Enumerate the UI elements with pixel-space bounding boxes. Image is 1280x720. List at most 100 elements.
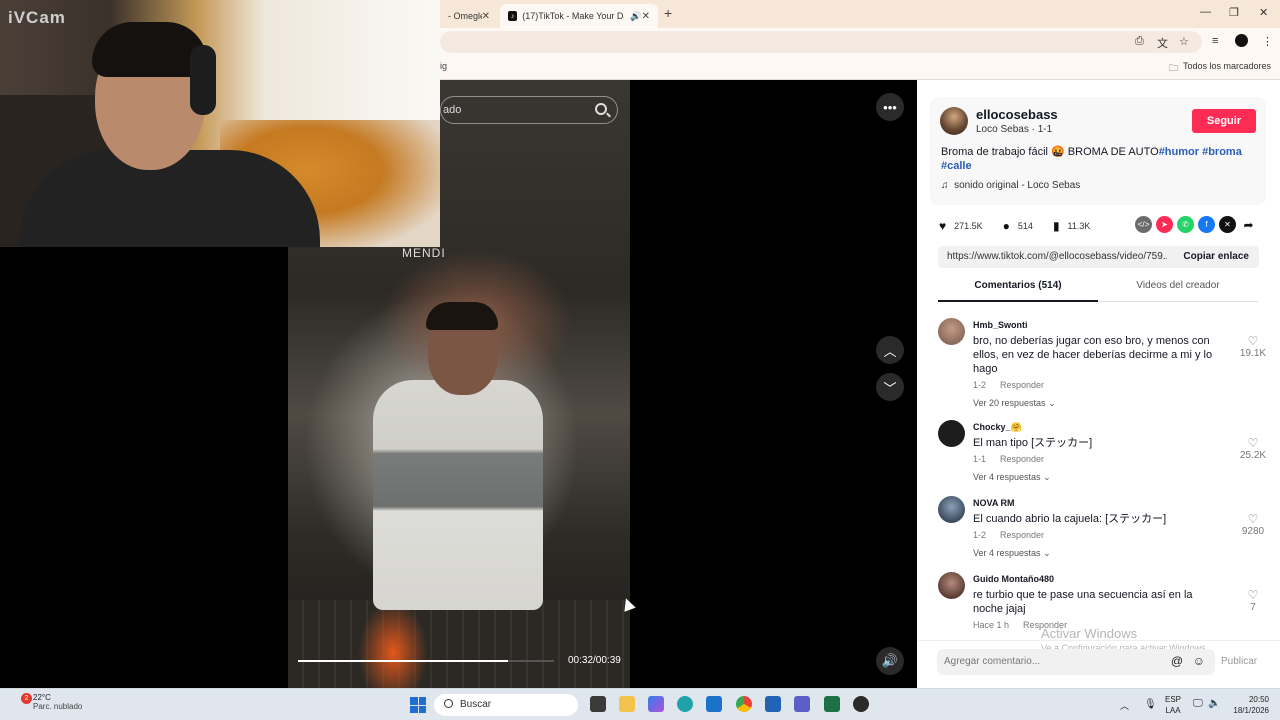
cast-icon[interactable]: ⎙ xyxy=(1135,35,1144,48)
copilot-icon[interactable] xyxy=(648,696,664,712)
video-scene-floor xyxy=(288,600,630,688)
weather-widget[interactable]: 2 22°C Parc. nublado xyxy=(14,693,82,711)
comment-item: Chocky_🤗 El man tipo [ステッカー] 1-1 Responde… xyxy=(938,420,1268,492)
embed-icon[interactable]: </> xyxy=(1135,216,1152,233)
outlook-icon[interactable] xyxy=(706,696,722,712)
menu-icon[interactable]: ⋮ xyxy=(1262,35,1273,48)
store-icon[interactable] xyxy=(765,696,781,712)
file-explorer-icon[interactable] xyxy=(619,696,635,712)
comment-like-count: 7 xyxy=(1250,602,1256,613)
speaker-icon[interactable]: 🔊 xyxy=(630,11,641,22)
comment-user[interactable]: Guido Montaño480 xyxy=(973,574,1054,584)
comment-date: 1-1 xyxy=(973,454,987,464)
comment-like[interactable]: ♡ 9280 xyxy=(1238,512,1268,537)
comment-text: El man tipo [ステッカー] xyxy=(973,437,1093,449)
mention-icon[interactable]: @ xyxy=(1171,654,1183,668)
emoji-icon[interactable]: ☺ xyxy=(1193,654,1205,668)
comment-like[interactable]: ♡ 19.1K xyxy=(1238,334,1268,359)
profile-avatar[interactable] xyxy=(1235,34,1248,47)
follow-button[interactable]: Seguir xyxy=(1192,109,1256,133)
omnibox[interactable] xyxy=(440,31,1202,53)
comment-user[interactable]: Chocky_🤗 xyxy=(973,422,1022,433)
save-action[interactable]: ▮ 11.3K xyxy=(1053,219,1090,233)
comment-like-count: 25.2K xyxy=(1239,450,1267,461)
send-to-friends-icon[interactable]: ➤ xyxy=(1156,216,1173,233)
reply-button[interactable]: Responder xyxy=(1000,380,1044,390)
restore-icon[interactable]: ❐ xyxy=(1229,6,1239,19)
taskbar-clock[interactable]: 20:50 18/1/2026 xyxy=(1223,694,1269,716)
comment-user[interactable]: Hmb_Swonti xyxy=(973,320,1028,330)
copy-link-button[interactable]: Copiar enlace xyxy=(1183,251,1249,262)
all-bookmarks[interactable]: 🗀 Todos los marcadores xyxy=(1169,61,1271,77)
microphone-icon[interactable]: 🎙 xyxy=(1144,699,1157,710)
video-progress-bar[interactable] xyxy=(298,660,554,662)
panel-tabs: Comentarios (514) Videos del creador xyxy=(938,280,1258,302)
heart-icon: ♥ xyxy=(939,219,947,233)
close-icon[interactable]: ✕ xyxy=(482,11,490,22)
keyboard-layout: LAA xyxy=(1165,706,1181,715)
view-replies-button[interactable]: Ver 4 respuestas ⌄ xyxy=(973,548,1051,559)
hashtag-humor[interactable]: #humor xyxy=(1159,146,1199,158)
share-arrow-icon[interactable]: ➦ xyxy=(1240,216,1257,233)
network-icon[interactable]: 🖵 xyxy=(1193,698,1203,709)
comment-user[interactable]: NOVA RM xyxy=(973,498,1015,508)
minimize-icon[interactable]: — xyxy=(1200,6,1211,18)
tab-tiktok[interactable]: ♪ (17)TikTok - Make Your Day 🔊 ✕ xyxy=(500,4,658,28)
edge-icon[interactable] xyxy=(677,696,693,712)
tab-omegle[interactable]: - Omegle ✕ xyxy=(440,4,498,28)
media-icon[interactable]: ≡ xyxy=(1212,35,1218,47)
music-info[interactable]: ♫ sonido original - Loco Sebas xyxy=(941,180,1080,191)
view-replies-button[interactable]: Ver 20 respuestas ⌄ xyxy=(973,398,1056,409)
recording-app-icon[interactable] xyxy=(853,696,869,712)
language-indicator[interactable]: ESP LAA xyxy=(1165,694,1181,716)
video-url[interactable]: https://www.tiktok.com/@ellocosebass/vid… xyxy=(947,251,1167,262)
reply-button[interactable]: Responder xyxy=(1000,530,1044,540)
comment-like[interactable]: ♡ 7 xyxy=(1238,588,1268,613)
more-options-button[interactable]: ••• xyxy=(876,93,904,121)
post-comment-button[interactable]: Publicar xyxy=(1221,656,1257,667)
comment-avatar[interactable] xyxy=(938,496,965,523)
previous-video-button[interactable]: ︿ xyxy=(876,336,904,364)
volume-icon[interactable]: 🔈 xyxy=(1208,698,1220,709)
creator-avatar[interactable] xyxy=(940,107,968,135)
webcam-app-label: iVCam xyxy=(8,8,66,27)
tiktok-icon: ♪ xyxy=(508,11,518,21)
tab-comments[interactable]: Comentarios (514) xyxy=(938,280,1098,302)
search-icon[interactable] xyxy=(595,103,607,115)
reply-button[interactable]: Responder xyxy=(1000,454,1044,464)
comment-avatar[interactable] xyxy=(938,420,965,447)
tab-creator-videos[interactable]: Videos del creador xyxy=(1098,280,1258,302)
bookmark-star-icon[interactable]: ☆ xyxy=(1179,35,1189,48)
windows-start-icon[interactable] xyxy=(410,697,426,713)
bookmark-ig[interactable]: ig xyxy=(440,61,447,71)
like-action[interactable]: ♥ 271.5K xyxy=(939,219,983,233)
comment-avatar[interactable] xyxy=(938,572,965,599)
heart-outline-icon: ♡ xyxy=(1247,334,1259,348)
chevron-up-icon[interactable]: ︿ xyxy=(1120,699,1129,712)
translate-icon[interactable]: 文 xyxy=(1157,35,1168,51)
video-description: Broma de trabajo fácil 🤬 BROMA DE AUTO#h… xyxy=(941,145,1257,173)
task-view-icon[interactable] xyxy=(590,696,606,712)
comment-input[interactable]: Agregar comentario... @ ☺ xyxy=(937,649,1215,675)
volume-button[interactable]: 🔊 xyxy=(876,647,904,675)
comment-avatar[interactable] xyxy=(938,318,965,345)
chrome-icon[interactable] xyxy=(736,696,752,712)
close-icon[interactable]: ✕ xyxy=(642,11,650,22)
new-tab-button[interactable]: + xyxy=(664,5,672,21)
x-icon[interactable]: ✕ xyxy=(1219,216,1236,233)
comment-action[interactable]: ● 514 xyxy=(1003,219,1033,233)
next-video-button[interactable]: ﹀ xyxy=(876,373,904,401)
teams-icon[interactable] xyxy=(794,696,810,712)
hashtag-calle[interactable]: #calle xyxy=(941,160,972,172)
comment-meta: 1-2 Responder xyxy=(973,380,1044,390)
excel-icon[interactable] xyxy=(824,696,840,712)
window-close-icon[interactable]: ✕ xyxy=(1259,6,1268,19)
taskbar-search[interactable]: Buscar xyxy=(434,694,578,716)
creator-username[interactable]: ellocosebass xyxy=(976,107,1058,122)
search-input[interactable]: ado xyxy=(440,96,618,124)
hashtag-broma[interactable]: #broma xyxy=(1202,146,1242,158)
facebook-icon[interactable]: f xyxy=(1198,216,1215,233)
whatsapp-icon[interactable]: ✆ xyxy=(1177,216,1194,233)
view-replies-button[interactable]: Ver 4 respuestas ⌄ xyxy=(973,472,1051,483)
comment-like[interactable]: ♡ 25.2K xyxy=(1238,436,1268,461)
